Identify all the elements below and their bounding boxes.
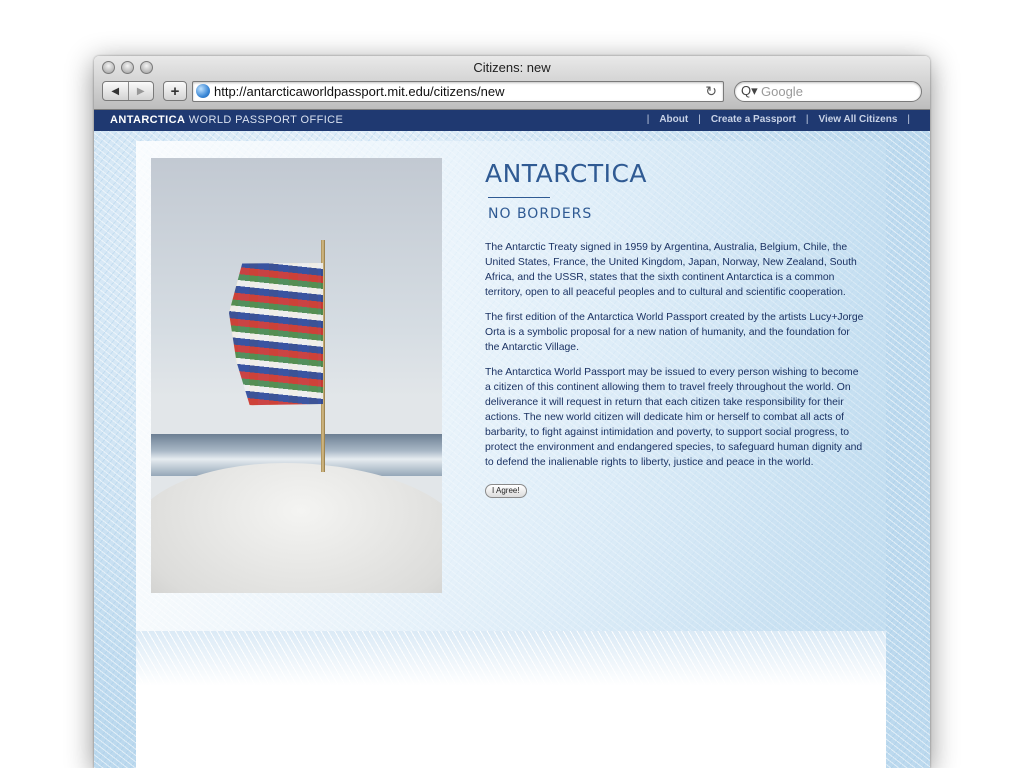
title-bar: Citizens: new ◀ ▶ + http://antarcticawor… [94,56,930,110]
nav-separator: | [805,114,809,125]
site-header-bar: ANTARCTICA WORLD PASSPORT OFFICE | About… [94,110,930,131]
photo-snow [151,463,442,593]
citizen-paragraph: The Antarctica World Passport may be iss… [485,367,863,468]
globe-icon [196,84,210,98]
page-content: ANTARCTICA NO BORDERS The Antarctic Trea… [94,131,930,768]
page-heading: ANTARCTICA [485,159,648,188]
logo-bold-text: ANTARCTICA [110,114,186,126]
search-placeholder: Google [761,84,803,99]
nav-link-about[interactable]: About [659,114,688,125]
passport-paragraph: The first edition of the Antarctica Worl… [485,312,864,353]
browser-window: Citizens: new ◀ ▶ + http://antarcticawor… [94,56,930,768]
add-bookmark-button[interactable]: + [163,81,187,101]
logo-rest-text: WORLD PASSPORT OFFICE [185,114,344,126]
nav-link-view-citizens[interactable]: View All Citizens [818,114,897,125]
site-nav: | About | Create a Passport | View All C… [637,114,920,125]
agree-button[interactable]: I Agree! [485,484,527,498]
search-icon[interactable]: Q▾ [741,83,758,99]
back-button[interactable]: ◀ [103,82,128,100]
site-logo[interactable]: ANTARCTICA WORLD PASSPORT OFFICE [110,114,343,126]
reload-icon[interactable]: ↻ [705,83,717,100]
heading-rule [488,197,550,198]
browser-toolbar: ◀ ▶ + http://antarcticaworldpassport.mit… [102,81,922,103]
patchwork-flag [229,253,323,413]
nav-separator: | [907,114,910,125]
flag-photo [151,158,442,593]
window-title: Citizens: new [473,60,551,75]
plus-icon: + [170,82,180,100]
address-bar[interactable]: http://antarcticaworldpassport.mit.edu/c… [192,81,724,102]
lower-panel [136,631,886,768]
forward-arrow-icon: ▶ [136,85,145,97]
navigation-buttons: ◀ ▶ [102,81,154,101]
nav-link-create-passport[interactable]: Create a Passport [711,114,796,125]
url-text[interactable]: http://antarcticaworldpassport.mit.edu/c… [214,84,504,99]
page-subheading: NO BORDERS [488,206,593,222]
search-field[interactable]: Q▾ Google [734,81,922,102]
forward-button[interactable]: ▶ [127,82,154,100]
back-arrow-icon: ◀ [111,85,120,97]
treaty-paragraph: The Antarctic Treaty signed in 1959 by A… [485,242,857,298]
nav-separator: | [698,114,701,125]
nav-separator: | [646,114,650,125]
intro-text: ANTARCTICA NO BORDERS The Antarctic Trea… [485,159,865,498]
